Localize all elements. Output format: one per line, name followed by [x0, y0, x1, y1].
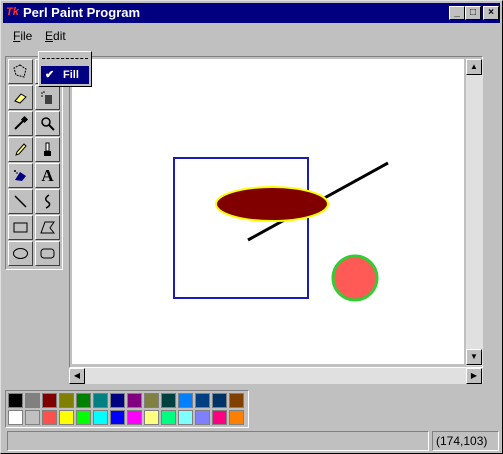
eraser-icon — [14, 93, 27, 104]
tool-airbrush[interactable] — [8, 163, 33, 188]
scroll-down-button[interactable]: ▼ — [466, 349, 482, 365]
color-swatch[interactable] — [178, 410, 193, 425]
brush-icon — [44, 142, 51, 156]
tool-curve[interactable] — [35, 189, 60, 214]
color-swatch[interactable] — [229, 393, 244, 408]
color-swatch[interactable] — [25, 393, 40, 408]
tool-magnifier[interactable] — [35, 111, 60, 136]
spray-can-icon — [41, 91, 52, 104]
color-swatch[interactable] — [59, 393, 74, 408]
tool-ellipse[interactable] — [8, 241, 33, 266]
color-swatch[interactable] — [110, 393, 125, 408]
tool-eraser[interactable] — [8, 85, 33, 110]
color-swatch[interactable] — [144, 393, 159, 408]
tool-polygon[interactable] — [35, 215, 60, 240]
tool-rounded-rectangle[interactable] — [35, 241, 60, 266]
canvas-drawing — [173, 157, 389, 302]
menu-edit[interactable]: Edit — [45, 29, 66, 43]
select-icon — [13, 64, 27, 78]
polygon-icon — [40, 221, 56, 234]
color-swatch[interactable] — [93, 410, 108, 425]
color-swatch[interactable] — [212, 410, 227, 425]
color-swatch[interactable] — [8, 410, 23, 425]
magnifier-icon — [41, 117, 55, 131]
fill-menu-label: Fill — [63, 69, 79, 81]
tool-eyedropper[interactable] — [8, 111, 33, 136]
tool-rectangle[interactable] — [8, 215, 33, 240]
ellipse-icon — [13, 248, 28, 259]
menu-bar: File Edit — [3, 25, 500, 47]
close-button[interactable]: × — [483, 6, 499, 20]
color-swatch[interactable] — [127, 393, 142, 408]
color-swatch[interactable] — [195, 410, 210, 425]
color-swatch[interactable] — [195, 393, 210, 408]
color-swatch[interactable] — [161, 393, 176, 408]
scroll-right-button[interactable]: ▶ — [466, 368, 482, 384]
drawing-canvas[interactable] — [72, 59, 464, 364]
tool-pencil[interactable] — [8, 137, 33, 162]
app-window: Tk Perl Paint Program _ □ × File Edit ✔ … — [0, 0, 503, 454]
airbrush-icon — [14, 170, 26, 181]
drawn-rectangle — [173, 157, 309, 299]
toolbox: A — [5, 56, 63, 270]
color-swatch[interactable] — [110, 410, 125, 425]
color-swatch[interactable] — [229, 410, 244, 425]
drawn-ellipse — [215, 186, 329, 222]
maximize-button[interactable]: □ — [465, 6, 481, 20]
color-swatch[interactable] — [8, 393, 23, 408]
tk-logo-icon: Tk — [6, 6, 19, 18]
scroll-left-button[interactable]: ◀ — [69, 368, 85, 384]
color-swatch[interactable] — [212, 393, 227, 408]
fill-menu-item[interactable]: ✔ Fill — [41, 66, 89, 84]
check-icon: ✔ — [45, 69, 55, 81]
color-swatch[interactable] — [76, 410, 91, 425]
drawn-circle — [331, 254, 379, 302]
tool-spray[interactable] — [35, 85, 60, 110]
color-swatch[interactable] — [76, 393, 91, 408]
title-bar[interactable]: Tk Perl Paint Program _ □ × — [3, 3, 500, 23]
eyedropper-icon — [14, 115, 29, 130]
horizontal-scrollbar[interactable]: ◀ ▶ — [69, 368, 483, 384]
color-swatch[interactable] — [59, 410, 74, 425]
color-swatch[interactable] — [42, 410, 57, 425]
tool-lasso-select[interactable] — [8, 59, 33, 84]
status-coordinates: (174,103) — [432, 431, 499, 451]
rounded-rectangle-icon — [40, 248, 55, 259]
color-swatch[interactable] — [93, 393, 108, 408]
rectangle-icon — [13, 222, 28, 233]
curve-icon — [45, 194, 51, 209]
window-title: Perl Paint Program — [23, 5, 141, 20]
vertical-scrollbar[interactable]: ▲ ▼ — [466, 59, 483, 366]
color-swatch[interactable] — [42, 393, 57, 408]
color-swatch[interactable] — [144, 410, 159, 425]
color-palette — [5, 390, 249, 428]
status-message — [7, 431, 429, 451]
tool-line[interactable] — [8, 189, 33, 214]
edit-dropdown-menu: ✔ Fill — [38, 51, 92, 87]
tear-off-line[interactable] — [42, 58, 88, 59]
tool-brush[interactable] — [35, 137, 60, 162]
pencil-icon — [15, 143, 27, 156]
menu-file[interactable]: File — [13, 29, 32, 43]
color-swatch[interactable] — [25, 410, 40, 425]
color-swatch[interactable] — [127, 410, 142, 425]
line-icon — [14, 195, 27, 208]
color-swatch[interactable] — [178, 393, 193, 408]
color-swatch[interactable] — [161, 410, 176, 425]
scroll-up-button[interactable]: ▲ — [466, 59, 482, 75]
text-icon: A — [41, 165, 54, 185]
minimize-button[interactable]: _ — [449, 6, 465, 20]
tool-text[interactable]: A — [35, 163, 60, 188]
